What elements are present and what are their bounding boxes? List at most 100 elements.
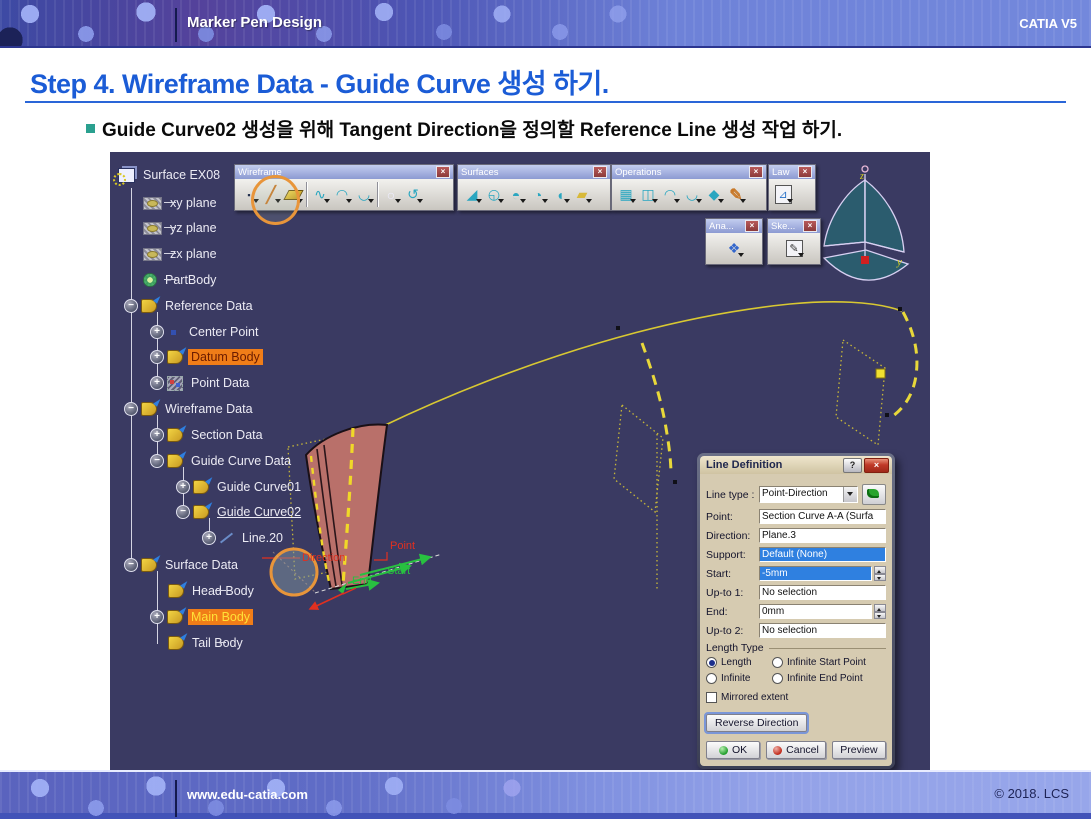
collapse-badge[interactable] <box>124 299 138 313</box>
fillet-tool-icon[interactable]: ✎ <box>725 182 747 207</box>
collapse-badge[interactable] <box>150 454 164 468</box>
tree-item-head-body[interactable]: Head Body <box>168 582 257 600</box>
extrude-tool-icon[interactable]: ◢ <box>461 182 483 207</box>
website-link[interactable]: www.edu-catia.com <box>187 787 308 802</box>
close-icon[interactable]: × <box>436 166 450 178</box>
trim-tool-icon[interactable]: ◠ <box>659 182 681 207</box>
tree-item-tail-body[interactable]: Tail Body <box>168 634 246 652</box>
radio-infinite-end-point[interactable]: Infinite End Point <box>772 673 886 684</box>
tree-item-main-body[interactable]: Main Body <box>150 608 253 626</box>
header-divider <box>175 8 177 42</box>
sweep-tool-icon[interactable]: ◖ <box>549 182 571 207</box>
body-icon <box>167 350 183 364</box>
end-field[interactable] <box>759 604 872 619</box>
point-icon <box>171 330 176 335</box>
projection-tool-icon[interactable]: ◠ <box>331 182 353 207</box>
tree-item-point-data[interactable]: Point Data <box>150 374 252 392</box>
boundary-tool-icon[interactable]: ◡ <box>681 182 703 207</box>
tree-item-section-data[interactable]: Section Data <box>150 426 266 444</box>
split-tool-icon[interactable]: ◫ <box>637 182 659 207</box>
tree-item-guide-curve02[interactable]: Guide Curve02 <box>176 503 304 521</box>
tree-item-center-point[interactable]: Center Point <box>150 323 261 341</box>
fill-tool-icon[interactable]: ▰ <box>571 182 593 207</box>
close-icon[interactable]: × <box>745 220 759 232</box>
mirrored-extent-checkbox[interactable]: Mirrored extent <box>706 692 788 703</box>
revolve-tool-icon[interactable]: ◵ <box>483 182 505 207</box>
start-field[interactable] <box>759 566 872 581</box>
start-label: Start <box>387 565 410 577</box>
radio-infinite[interactable]: Infinite <box>706 673 772 684</box>
conic-tool-icon[interactable]: ↺ <box>402 182 424 207</box>
spline-tool-icon[interactable]: ∿ <box>309 182 331 207</box>
end-stepper[interactable] <box>874 604 886 619</box>
tree-item-surface-data[interactable]: Surface Data <box>124 556 241 574</box>
cancel-button[interactable]: Cancel <box>766 741 826 759</box>
collapse-badge[interactable] <box>124 402 138 416</box>
operations-toolbar: Operations× ▦ ◫ ◠ ◡ ◆ ✎ <box>611 164 767 211</box>
ok-button[interactable]: OK <box>706 741 760 759</box>
upto1-field[interactable] <box>759 585 886 600</box>
reverse-direction-button[interactable]: Reverse Direction <box>706 714 807 732</box>
circle-tool-icon[interactable]: ○ <box>380 182 402 207</box>
close-icon[interactable]: × <box>803 220 817 232</box>
tree-item-yz-plane[interactable]: yz plane <box>143 219 220 237</box>
tree-item-datum-body[interactable]: Datum Body <box>150 348 263 366</box>
support-label: Support: <box>706 549 759 561</box>
offset-tool-icon[interactable]: ◔ <box>527 182 549 207</box>
radio-infinite-start-point[interactable]: Infinite Start Point <box>772 657 886 668</box>
tree-item-guide-curve-data[interactable]: Guide Curve Data <box>150 452 294 470</box>
expand-badge[interactable] <box>150 325 164 339</box>
join-tool-icon[interactable]: ▦ <box>615 182 637 207</box>
sketch-tool-icon[interactable]: ✎ <box>783 236 805 261</box>
expand-badge[interactable] <box>202 531 216 545</box>
tree-item-wireframe-data[interactable]: Wireframe Data <box>124 400 256 418</box>
expand-badge[interactable] <box>176 480 190 494</box>
extract-tool-icon[interactable]: ◆ <box>703 182 725 207</box>
tree-item-partbody[interactable]: PartBody <box>143 271 219 289</box>
context-stacking-icon[interactable] <box>862 484 886 505</box>
expand-badge[interactable] <box>150 350 164 364</box>
sphere-tool-icon[interactable]: ◓ <box>505 182 527 207</box>
upto2-label: Up-to 2: <box>706 625 759 637</box>
line-definition-dialog: Line Definition ? × Line type : Point-Di… <box>697 453 895 769</box>
expand-badge[interactable] <box>150 610 164 624</box>
expand-badge[interactable] <box>150 376 164 390</box>
start-stepper[interactable] <box>874 566 886 581</box>
close-button[interactable]: × <box>864 458 889 473</box>
tree-item-guide-curve01[interactable]: Guide Curve01 <box>176 478 304 496</box>
intersection-tool-icon[interactable]: ◡ <box>353 182 375 207</box>
plane-icon <box>143 222 162 235</box>
support-field[interactable] <box>759 547 886 562</box>
radio-length[interactable]: Length <box>706 657 772 668</box>
point-field[interactable] <box>759 509 886 524</box>
line-type-select[interactable]: Point-Direction <box>759 486 858 503</box>
part-document-icon <box>118 168 135 183</box>
tree-item-line20[interactable]: Line.20 <box>202 529 286 547</box>
toolbar-title: Law <box>772 167 789 178</box>
tree-item-reference-data[interactable]: Reference Data <box>124 297 256 315</box>
close-icon[interactable]: × <box>798 166 812 178</box>
preview-button[interactable]: Preview <box>832 741 886 759</box>
expand-badge[interactable] <box>150 428 164 442</box>
dialog-titlebar[interactable]: Line Definition ? × <box>700 456 892 474</box>
surfaces-toolbar: Surfaces× ◢ ◵ ◓ ◔ ◖ ▰ <box>457 164 611 211</box>
end-label: End <box>352 575 372 587</box>
footer-banner: www.edu-catia.com © 2018. LCS <box>0 770 1091 819</box>
chevron-down-icon[interactable] <box>843 487 857 502</box>
tree-item-xy-plane[interactable]: xy plane <box>143 194 220 212</box>
tree-item-zx-plane[interactable]: zx plane <box>143 245 220 263</box>
law-tool-icon[interactable]: ⊿ <box>772 182 794 207</box>
close-icon[interactable]: × <box>593 166 607 178</box>
page-title: Step 4. Wireframe Data - Guide Curve 생성 … <box>30 62 609 101</box>
direction-field[interactable] <box>759 528 886 543</box>
collapse-badge[interactable] <box>124 558 138 572</box>
help-button[interactable]: ? <box>843 458 862 473</box>
catia-viewport[interactable]: Direction Point Start End x y z <box>110 152 930 770</box>
tree-item-surface-ex08[interactable]: Surface EX08 <box>118 166 223 184</box>
compass-anchor <box>861 256 869 264</box>
body-icon <box>141 299 157 313</box>
collapse-badge[interactable] <box>176 505 190 519</box>
curvature-analysis-icon[interactable]: ❖ <box>723 236 745 261</box>
close-icon[interactable]: × <box>749 166 763 178</box>
upto2-field[interactable] <box>759 623 886 638</box>
